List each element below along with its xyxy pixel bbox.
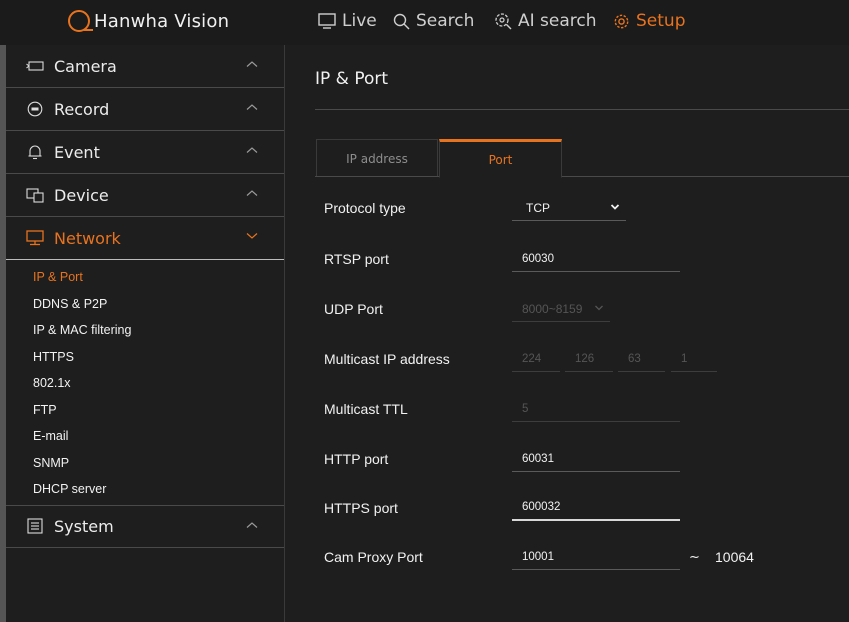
hanwha-logo-icon xyxy=(68,10,93,32)
device-icon xyxy=(26,187,44,203)
protocol-type-select[interactable]: TCP xyxy=(512,195,626,221)
udp-port-select[interactable]: 8000~8159 xyxy=(512,296,610,322)
chevron-down-icon xyxy=(610,204,620,210)
nav-setup[interactable]: Setup xyxy=(613,10,685,32)
chevron-up-icon xyxy=(246,147,258,153)
nav-search-label: Search xyxy=(416,11,475,31)
udp-port-value: 8000~8159 xyxy=(522,301,583,316)
sidebar-item-ip-mac-filtering[interactable]: IP & MAC filtering xyxy=(6,317,284,344)
http-port-input[interactable]: 60031 xyxy=(512,446,680,472)
bell-icon xyxy=(26,144,44,160)
https-port-input[interactable]: 600032 xyxy=(512,495,680,521)
rtsp-port-label: RTSP port xyxy=(324,251,389,267)
sidebar-section-system[interactable]: System xyxy=(6,504,284,548)
sidebar-section-event[interactable]: Event xyxy=(6,131,284,174)
sidebar-item-email[interactable]: E-mail xyxy=(6,423,284,450)
nav-setup-label: Setup xyxy=(636,11,686,31)
rtsp-port-input[interactable]: 60030 xyxy=(512,246,680,272)
sidebar-item-dhcp-server[interactable]: DHCP server xyxy=(6,476,284,503)
cam-proxy-port-range-end: 10064 xyxy=(715,549,754,565)
network-submenu: IP & Port DDNS & P2P IP & MAC filtering … xyxy=(6,260,284,505)
multicast-ttl-label: Multicast TTL xyxy=(324,401,408,417)
sidebar-section-label: Device xyxy=(54,185,109,205)
record-icon xyxy=(26,101,44,117)
multicast-ip-octet-2[interactable]: 126 xyxy=(565,346,613,372)
sidebar-section-label: Network xyxy=(54,228,121,248)
monitor-icon xyxy=(318,13,336,29)
chevron-down-icon xyxy=(246,233,258,239)
sidebar-item-8021x[interactable]: 802.1x xyxy=(6,370,284,397)
sidebar-item-snmp[interactable]: SNMP xyxy=(6,450,284,477)
sidebar-section-record[interactable]: Record xyxy=(6,88,284,131)
tab-port[interactable]: Port xyxy=(439,139,562,178)
chevron-up-icon xyxy=(246,104,258,110)
sidebar-item-https[interactable]: HTTPS xyxy=(6,344,284,371)
multicast-ttl-input[interactable]: 5 xyxy=(512,396,680,422)
tabs-divider xyxy=(315,176,849,177)
sidebar: Camera Record Event Device Network IP & … xyxy=(6,45,285,622)
brand-logo[interactable]: Hanwha Vision xyxy=(68,8,229,34)
nav-live[interactable]: Live xyxy=(318,10,377,32)
sidebar-section-label: Event xyxy=(54,142,100,162)
sidebar-section-network[interactable]: Network xyxy=(6,217,284,260)
sidebar-section-device[interactable]: Device xyxy=(6,174,284,217)
multicast-ip-octet-4[interactable]: 1 xyxy=(671,346,717,372)
chevron-up-icon xyxy=(246,521,258,528)
ai-search-icon xyxy=(495,13,512,30)
nav-live-label: Live xyxy=(342,11,377,31)
multicast-ip-octet-3[interactable]: 63 xyxy=(618,346,665,372)
system-icon xyxy=(26,518,44,534)
network-icon xyxy=(26,230,44,246)
top-bar: Hanwha Vision Live Search AI search Setu… xyxy=(0,0,849,45)
camera-icon xyxy=(26,58,44,74)
protocol-type-label: Protocol type xyxy=(324,200,406,216)
nav-search[interactable]: Search xyxy=(393,10,474,32)
chevron-up-icon xyxy=(246,190,258,196)
nav-ai-search[interactable]: AI search xyxy=(494,10,597,32)
multicast-ip-octet-1[interactable]: 224 xyxy=(512,346,560,372)
chevron-down-icon xyxy=(595,305,603,311)
cam-proxy-port-label: Cam Proxy Port xyxy=(324,549,423,565)
gear-icon xyxy=(614,14,629,28)
title-divider xyxy=(315,109,849,110)
main-panel: IP & Port IP address Port Protocol type … xyxy=(286,45,849,622)
sidebar-section-label: Camera xyxy=(54,56,117,76)
sidebar-item-ip-port[interactable]: IP & Port xyxy=(6,264,284,291)
page-title: IP & Port xyxy=(315,69,389,89)
sidebar-item-ftp[interactable]: FTP xyxy=(6,397,284,424)
http-port-label: HTTP port xyxy=(324,451,389,467)
udp-port-label: UDP Port xyxy=(324,301,383,317)
https-port-label: HTTPS port xyxy=(324,500,398,516)
sidebar-section-label: Record xyxy=(54,99,110,119)
nav-ai-search-label: AI search xyxy=(518,11,597,31)
brand-name: Hanwha Vision xyxy=(94,10,230,32)
range-separator: ~ xyxy=(689,550,700,565)
cam-proxy-port-input[interactable]: 10001 xyxy=(512,544,680,570)
chevron-up-icon xyxy=(246,61,258,67)
sidebar-section-label: System xyxy=(54,516,114,536)
sidebar-item-ddns-p2p[interactable]: DDNS & P2P xyxy=(6,291,284,318)
search-icon xyxy=(393,13,410,29)
multicast-ip-label: Multicast IP address xyxy=(324,351,450,367)
sidebar-section-camera[interactable]: Camera xyxy=(6,45,284,88)
tab-ip-address[interactable]: IP address xyxy=(316,139,438,177)
protocol-type-value: TCP xyxy=(526,200,550,215)
